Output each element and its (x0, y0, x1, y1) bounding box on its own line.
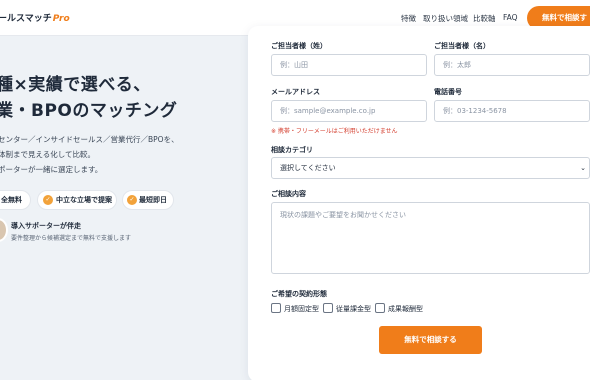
badge-free-label: 全無料 (1, 196, 22, 204)
badge-neutral: ✓ 中立な立場で提案 (37, 190, 117, 210)
badge-fast: ✓ 最短即日 (122, 190, 174, 210)
category-selected-value: 選択してください (280, 164, 336, 172)
check-icon: ✓ (127, 195, 137, 205)
chevron-down-icon: ⌄ (580, 164, 586, 172)
contract-label: ご希望の契約形態 (271, 290, 327, 298)
hero-desc-line2: 体制まで見える化して比較。 (0, 150, 96, 159)
email-label: メールアドレス (271, 88, 320, 96)
nav-link-features[interactable]: 特徴 (401, 13, 416, 24)
category-label: 相談カテゴリ (271, 146, 313, 154)
email-note: ※ 携帯・フリーメールはご利用いただけません (271, 128, 398, 135)
phone-label: 電話番号 (434, 88, 462, 96)
first-name-label: ご担当者様（名） (434, 42, 490, 50)
contract-option-performance-label: 成果報酬型 (388, 305, 423, 313)
nav-link-comparison[interactable]: 比較軸 (473, 13, 496, 24)
phone-input[interactable]: 例：03-1234-5678 (434, 100, 590, 122)
hero-desc-line1: センター／インサイドセールス／営業代行／BPOを、 (0, 135, 179, 144)
last-name-label: ご担当者様（姓） (271, 42, 327, 50)
hero-title-line1: 種×実績で選べる、 (0, 75, 151, 95)
last-name-input[interactable]: 例：山田 (271, 54, 427, 76)
nav-link-domains[interactable]: 取り扱い領域 (423, 13, 468, 24)
badge-neutral-label: 中立な立場で提案 (56, 196, 112, 204)
logo-suffix: Pro (52, 14, 70, 24)
badge-free: ✓ 全無料 (0, 190, 31, 210)
supporter-subtitle: 要件整理から候補選定まで無料で支援します (11, 235, 132, 242)
submit-button[interactable]: 無料で相談する (379, 326, 482, 354)
content-label: ご相談内容 (271, 190, 306, 198)
contract-option-performance-checkbox[interactable] (375, 303, 385, 313)
content-textarea[interactable]: 現状の課題やご要望をお聞かせください (271, 202, 590, 274)
logo-text: ールスマッチ (0, 14, 52, 24)
check-icon: ✓ (43, 195, 53, 205)
logo[interactable]: ールスマッチPro (0, 11, 70, 24)
badge-fast-label: 最短即日 (139, 196, 167, 204)
email-input[interactable]: 例：sample@example.co.jp (271, 100, 427, 122)
category-select[interactable]: 選択してください ⌄ (271, 157, 590, 179)
contract-option-usage-checkbox[interactable] (323, 303, 333, 313)
contract-option-usage-label: 従量課金型 (336, 305, 371, 313)
avatar (0, 218, 8, 242)
contract-option-fixed-label: 月額固定型 (284, 305, 319, 313)
hero-title-line2: 業・BPOのマッチング (0, 101, 178, 121)
supporter-title: 導入サポーターが伴走 (11, 222, 81, 230)
hero-desc-line3: ポーターが一緒に選定します。 (0, 165, 103, 174)
nav-link-faq[interactable]: FAQ (503, 13, 518, 22)
first-name-input[interactable]: 例：太郎 (434, 54, 590, 76)
contract-option-fixed-checkbox[interactable] (271, 303, 281, 313)
